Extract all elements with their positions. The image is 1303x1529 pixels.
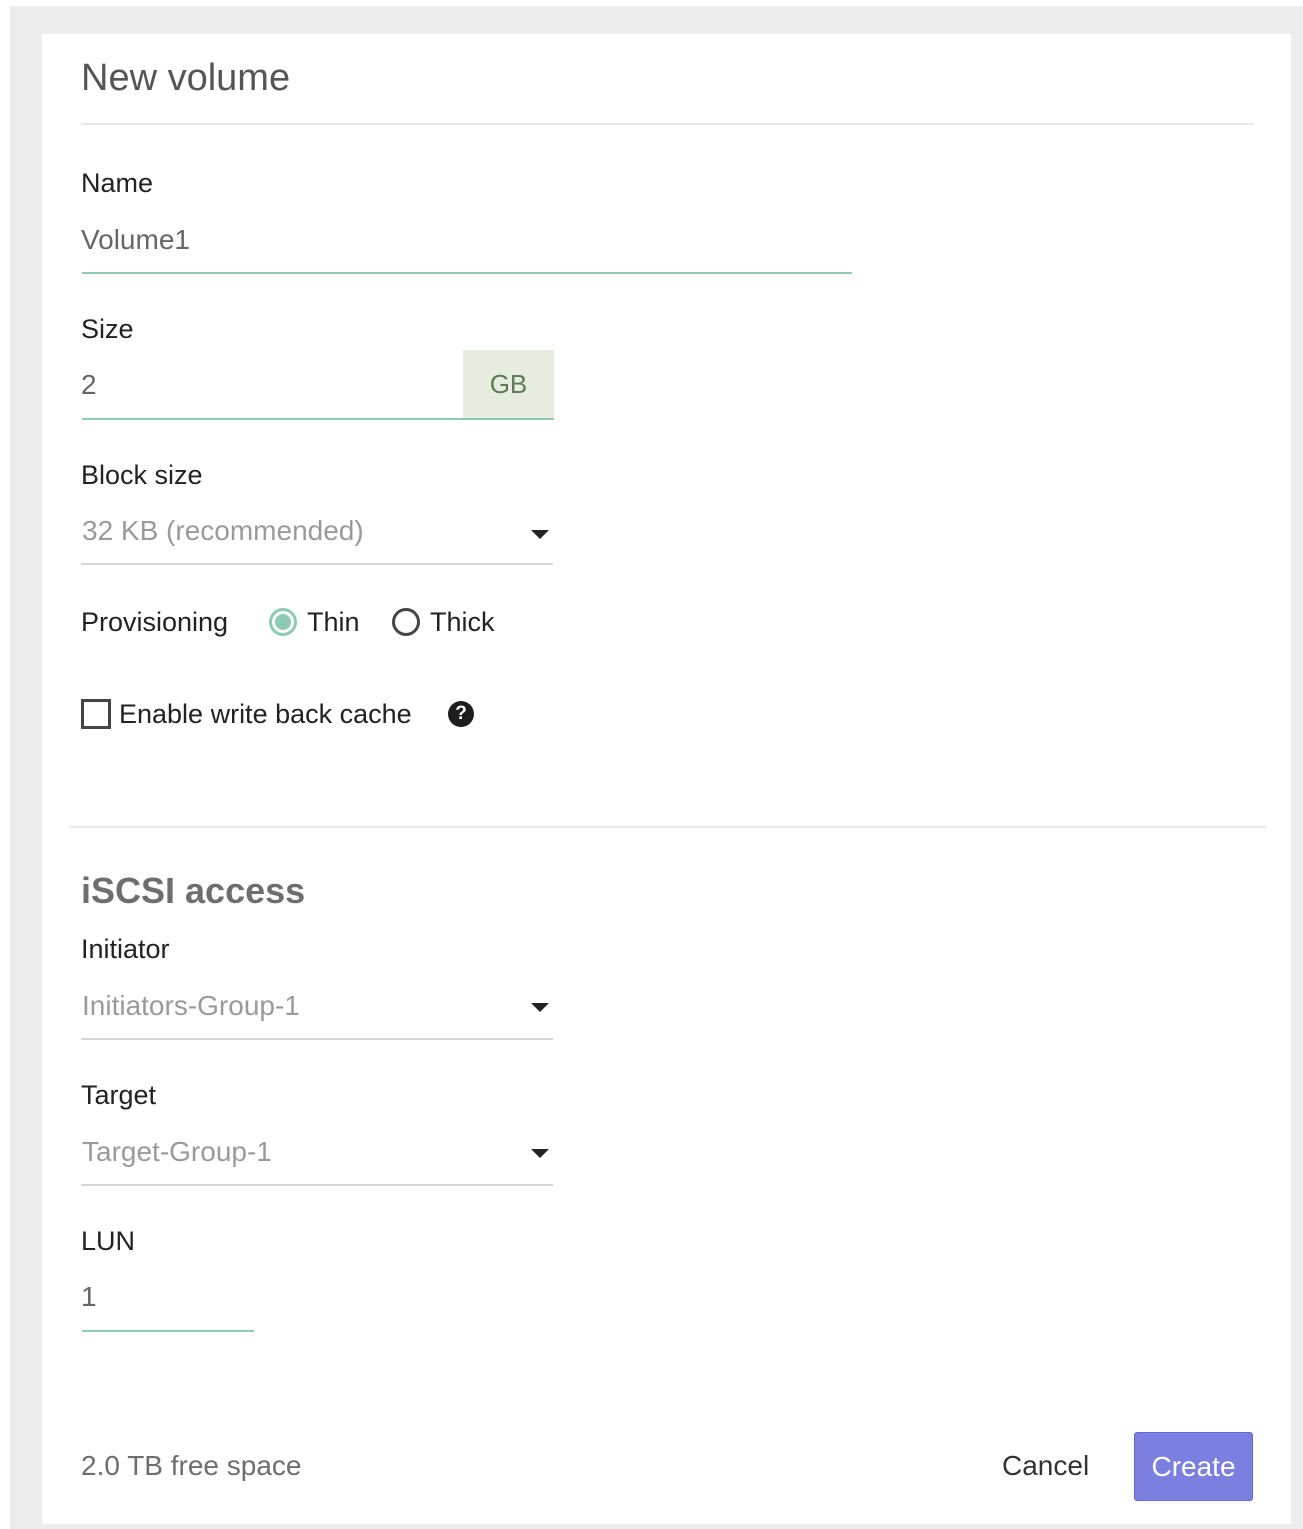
lun-input[interactable]: 1 (81, 1279, 97, 1315)
create-button[interactable]: Create (1134, 1432, 1253, 1501)
target-select[interactable]: Target-Group-1 (81, 1125, 553, 1186)
provisioning-thin-option[interactable]: Thin (269, 602, 369, 642)
lun-input-underline (82, 1330, 254, 1332)
thin-label: Thin (307, 607, 360, 637)
thick-radio[interactable] (392, 608, 420, 636)
block-size-select[interactable]: 32 KB (recommended) (81, 504, 553, 565)
size-label: Size (81, 314, 134, 344)
block-size-underline (81, 563, 553, 565)
provisioning-label: Provisioning (81, 607, 229, 637)
dialog-backdrop: New volume Name Volume1 Size 2 GB Block … (10, 6, 1303, 1529)
size-input-underline (82, 418, 554, 420)
thin-radio[interactable] (269, 608, 297, 636)
target-selected: Target-Group-1 (82, 1136, 272, 1167)
question-circle-icon[interactable]: ? (448, 701, 474, 727)
cancel-button[interactable]: Cancel (1002, 1448, 1089, 1484)
block-size-selected: 32 KB (recommended) (82, 515, 364, 546)
new-volume-dialog: New volume Name Volume1 Size 2 GB Block … (42, 34, 1291, 1524)
iscsi-section-title: iSCSI access (81, 870, 306, 911)
caret-down-icon (531, 1149, 549, 1158)
size-unit-addon: GB (463, 350, 554, 418)
initiator-select[interactable]: Initiators-Group-1 (81, 979, 553, 1040)
target-label: Target (81, 1080, 157, 1110)
thick-label: Thick (430, 607, 495, 637)
block-size-label: Block size (81, 460, 203, 490)
write-back-cache-label: Enable write back cache (119, 699, 412, 729)
initiator-underline (81, 1038, 553, 1040)
dialog-title: New volume (81, 57, 291, 99)
name-label: Name (81, 168, 154, 198)
free-space-text: 2.0 TB free space (81, 1450, 302, 1481)
section-divider (69, 826, 1266, 828)
initiator-label: Initiator (81, 934, 170, 964)
lun-label: LUN (81, 1226, 136, 1256)
caret-down-icon (531, 530, 549, 539)
caret-down-icon (531, 1003, 549, 1012)
size-input[interactable]: 2 (81, 367, 97, 403)
target-underline (81, 1184, 553, 1186)
provisioning-thick-option[interactable]: Thick (392, 602, 512, 642)
write-back-cache-option[interactable]: Enable write back cache (81, 696, 441, 736)
name-input[interactable]: Volume1 (81, 222, 190, 258)
title-divider (81, 123, 1254, 125)
initiator-selected: Initiators-Group-1 (82, 990, 300, 1021)
name-input-underline (82, 272, 852, 274)
write-back-cache-checkbox[interactable] (81, 699, 111, 729)
